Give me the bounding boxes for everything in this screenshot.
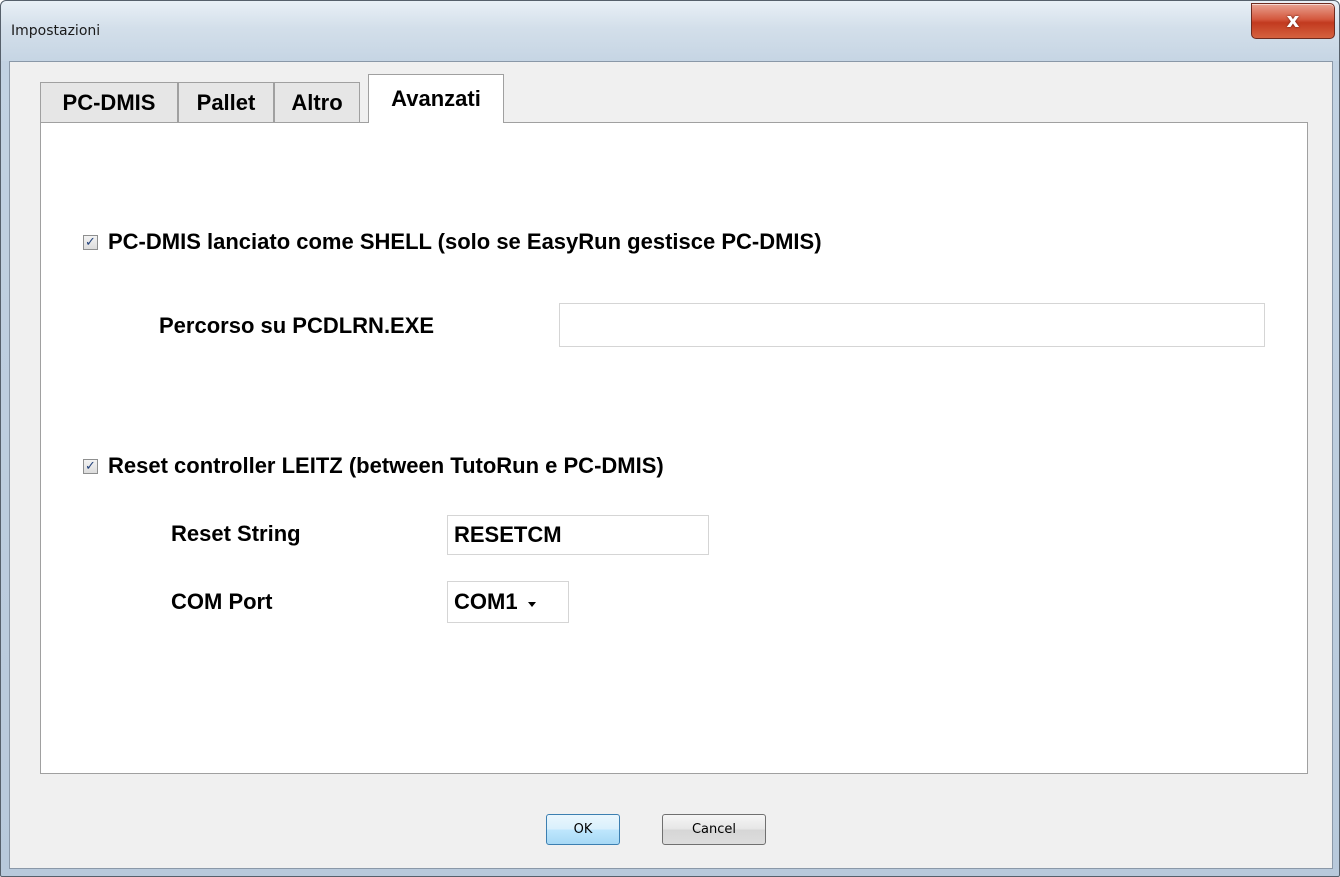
settings-dialog: Impostazioni x PC-DMIS Pallet Altro Avan… xyxy=(0,0,1340,877)
pcdlrn-path-input[interactable] xyxy=(559,303,1265,347)
check-icon: ✓ xyxy=(85,234,96,250)
cancel-button[interactable]: Cancel xyxy=(662,814,766,845)
title-bar[interactable]: Impostazioni x xyxy=(1,1,1339,61)
check-icon: ✓ xyxy=(85,458,96,474)
tab-label: Pallet xyxy=(196,89,256,115)
ok-button-label: OK xyxy=(573,822,593,837)
reset-checkbox[interactable]: ✓ xyxy=(83,458,98,474)
pcdlrn-path-label: Percorso su PCDLRN.EXE xyxy=(159,313,435,338)
window-title: Impostazioni xyxy=(11,23,101,39)
close-button[interactable]: x xyxy=(1251,3,1335,39)
tab-panel-avanzati: ✓ PC-DMIS lanciato come SHELL (solo se E… xyxy=(40,122,1308,774)
shell-checkbox[interactable]: ✓ xyxy=(83,234,98,250)
ok-button[interactable]: OK xyxy=(546,814,620,845)
tab-pc-dmis[interactable]: PC-DMIS xyxy=(40,82,178,122)
reset-string-input[interactable]: RESETCM xyxy=(447,515,709,555)
cancel-button-label: Cancel xyxy=(691,822,737,837)
tab-avanzati[interactable]: Avanzati xyxy=(368,74,504,123)
tab-label: Avanzati xyxy=(391,86,481,111)
shell-option-row[interactable]: ✓ PC-DMIS lanciato come SHELL (solo se E… xyxy=(83,229,822,255)
com-port-label: COM Port xyxy=(171,589,273,614)
close-icon: x xyxy=(1286,8,1300,32)
reset-string-label: Reset String xyxy=(171,521,301,546)
reset-option-label: Reset controller LEITZ (between TutoRun … xyxy=(108,453,664,478)
tab-label: PC-DMIS xyxy=(62,89,156,115)
tab-label: Altro xyxy=(291,89,343,115)
tab-pallet[interactable]: Pallet xyxy=(178,82,274,122)
shell-option-label: PC-DMIS lanciato come SHELL (solo se Eas… xyxy=(108,229,822,254)
com-port-select[interactable]: COM1 xyxy=(447,581,569,623)
reset-option-row[interactable]: ✓ Reset controller LEITZ (between TutoRu… xyxy=(83,453,664,479)
dialog-client-area: PC-DMIS Pallet Altro Avanzati ✓ PC-DMIS … xyxy=(9,61,1333,869)
com-port-value: COM1 xyxy=(454,589,518,614)
tab-altro[interactable]: Altro xyxy=(274,82,360,122)
chevron-down-icon xyxy=(527,601,536,607)
